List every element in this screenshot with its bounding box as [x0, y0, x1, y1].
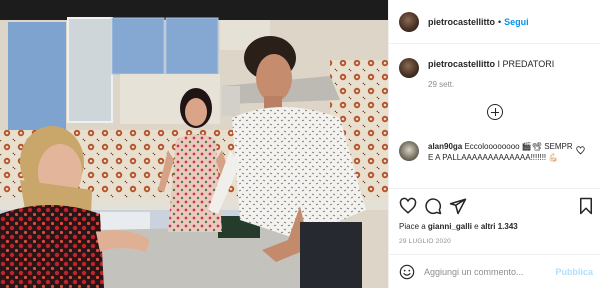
comment-input[interactable] — [424, 266, 554, 277]
caption-avatar[interactable] — [399, 58, 419, 78]
likes-summary: Piace a gianni_galli e altri 1.343 — [399, 222, 518, 231]
comment-body: alan90ga Eccoloooooooo 🎬📽 SEMPRE A PALLA… — [428, 141, 576, 163]
author-username[interactable]: pietrocastellitto — [428, 17, 495, 27]
heart-icon[interactable] — [399, 197, 417, 215]
caption-date: 29 sett. — [428, 80, 455, 89]
caption-author[interactable]: pietrocastellitto — [428, 59, 495, 69]
comment-like-heart-icon[interactable] — [576, 146, 585, 155]
emoji-icon[interactable] — [399, 264, 415, 280]
post-date: 29 LUGLIO 2020 — [399, 238, 451, 245]
caption-text: pietrocastellitto I PREDATORI — [428, 58, 554, 70]
publish-button[interactable]: Pubblica — [555, 267, 593, 277]
post-header: pietrocastellitto • Segui — [389, 0, 600, 44]
likes-prefix: Piace a — [399, 222, 428, 231]
comment-item: alan90ga Eccoloooooooo 🎬📽 SEMPRE A PALLA… — [399, 141, 595, 163]
share-icon[interactable] — [449, 197, 467, 215]
author-avatar[interactable] — [399, 11, 419, 32]
post-side-panel: pietrocastellitto • Segui pietrocastelli… — [388, 0, 600, 288]
caption-body: pietrocastellitto I PREDATORI 29 sett. — [428, 58, 554, 89]
post-actions: Piace a gianni_galli e altri 1.343 29 LU… — [389, 188, 600, 254]
likes-connector: e — [471, 222, 481, 231]
comment-icon[interactable] — [424, 197, 442, 215]
likes-others[interactable]: altri 1.343 — [481, 222, 518, 231]
photo-image — [0, 0, 388, 288]
commenter-avatar[interactable] — [399, 141, 419, 161]
add-comment-bar: Pubblica — [389, 254, 600, 288]
caption: pietrocastellitto I PREDATORI 29 sett. — [399, 58, 595, 89]
caption-content: I PREDATORI — [495, 59, 555, 69]
bookmark-icon[interactable] — [577, 197, 595, 215]
follow-button[interactable]: Segui — [504, 17, 529, 27]
likes-user[interactable]: gianni_galli — [428, 222, 472, 231]
post-photo[interactable] — [0, 0, 388, 288]
comment-author[interactable]: alan90ga — [428, 142, 462, 151]
load-more-comments-button[interactable] — [487, 104, 503, 120]
header-separator: • — [498, 16, 502, 27]
